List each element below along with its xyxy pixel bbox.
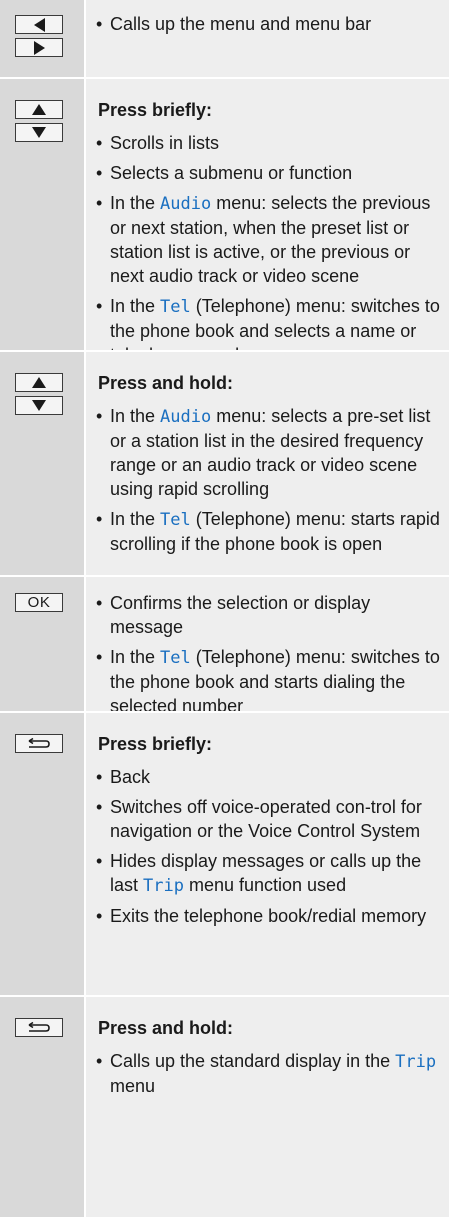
bullet-list: Calls up the standard display in the Tri… bbox=[94, 1049, 443, 1098]
bullet-list: Back Switches off voice-operated con-tro… bbox=[94, 765, 443, 928]
bullet-list: Confirms the selection or display messag… bbox=[94, 591, 443, 718]
description-column: Press briefly: Back Switches off voice-o… bbox=[84, 713, 449, 995]
up-arrow-icon bbox=[32, 377, 46, 388]
row-heading: Press briefly: bbox=[98, 734, 213, 754]
right-arrow-key bbox=[15, 38, 63, 57]
up-arrow-key bbox=[15, 100, 63, 119]
list-item: Confirms the selection or display messag… bbox=[94, 591, 443, 639]
list-item: In the Audio menu: selects a pre-set lis… bbox=[94, 404, 443, 501]
description-column: Confirms the selection or display messag… bbox=[84, 577, 449, 716]
list-item: Switches off voice-operated con-trol for… bbox=[94, 795, 443, 843]
right-arrow-icon bbox=[33, 40, 45, 55]
row-heading: Press and hold: bbox=[98, 1018, 234, 1038]
left-arrow-icon bbox=[33, 17, 45, 32]
bullet-list: Calls up the menu and menu bar bbox=[94, 12, 443, 36]
bullet-list: Scrolls in lists Selects a submenu or fu… bbox=[94, 131, 443, 367]
menu-name-highlight: Tel bbox=[160, 297, 191, 317]
button-function-table: Calls up the menu and menu bar Press bri… bbox=[0, 0, 449, 1217]
row-heading: Press and hold: bbox=[98, 373, 234, 393]
back-key bbox=[15, 734, 63, 753]
table-row: Calls up the menu and menu bar bbox=[0, 0, 449, 77]
table-row: OK Confirms the selection or display mes… bbox=[0, 575, 449, 716]
menu-name-highlight: Tel bbox=[160, 648, 191, 668]
table-row: Press and hold: In the Audio menu: selec… bbox=[0, 350, 449, 575]
table-row: Press briefly: Back Switches off voice-o… bbox=[0, 711, 449, 995]
list-item: Selects a submenu or function bbox=[94, 161, 443, 185]
back-icon bbox=[28, 737, 50, 748]
up-arrow-icon bbox=[32, 104, 46, 115]
menu-name-highlight: Trip bbox=[395, 1052, 437, 1072]
up-arrow-key bbox=[15, 373, 63, 392]
down-arrow-icon bbox=[32, 400, 46, 411]
key-column bbox=[0, 713, 84, 995]
key-column bbox=[0, 997, 84, 1217]
menu-name-highlight: Audio bbox=[160, 407, 212, 427]
menu-name-highlight: Trip bbox=[143, 876, 184, 896]
list-item: Exits the telephone book/redial memory bbox=[94, 904, 443, 928]
list-item: Hides display messages or calls up the l… bbox=[94, 849, 443, 898]
table-row: Press and hold: Calls up the standard di… bbox=[0, 995, 449, 1217]
down-arrow-icon bbox=[32, 127, 46, 138]
left-arrow-key bbox=[15, 15, 63, 34]
back-key bbox=[15, 1018, 63, 1037]
back-icon bbox=[28, 1021, 50, 1032]
list-item: In the Tel (Telephone) menu: starts rapi… bbox=[94, 507, 443, 556]
list-item: In the Tel (Telephone) menu: switches to… bbox=[94, 645, 443, 718]
key-column bbox=[0, 79, 84, 350]
ok-key-label: OK bbox=[27, 594, 51, 611]
ok-key: OK bbox=[15, 593, 63, 612]
description-column: Press and hold: Calls up the standard di… bbox=[84, 997, 449, 1217]
menu-name-highlight: Tel bbox=[160, 510, 191, 530]
bullet-list: In the Audio menu: selects a pre-set lis… bbox=[94, 404, 443, 556]
list-item: Scrolls in lists bbox=[94, 131, 443, 155]
list-item: Back bbox=[94, 765, 443, 789]
key-column bbox=[0, 352, 84, 575]
down-arrow-key bbox=[15, 396, 63, 415]
key-column bbox=[0, 0, 84, 77]
key-column: OK bbox=[0, 577, 84, 711]
list-item: Calls up the menu and menu bar bbox=[94, 12, 443, 36]
row-heading: Press briefly: bbox=[98, 100, 213, 120]
description-column: Press briefly: Scrolls in lists Selects … bbox=[84, 79, 449, 365]
description-column: Calls up the menu and menu bar bbox=[84, 0, 449, 77]
list-item: In the Audio menu: selects the previous … bbox=[94, 191, 443, 288]
description-column: Press and hold: In the Audio menu: selec… bbox=[84, 352, 449, 575]
menu-name-highlight: Audio bbox=[160, 194, 212, 214]
table-row: Press briefly: Scrolls in lists Selects … bbox=[0, 77, 449, 365]
down-arrow-key bbox=[15, 123, 63, 142]
list-item: Calls up the standard display in the Tri… bbox=[94, 1049, 443, 1098]
